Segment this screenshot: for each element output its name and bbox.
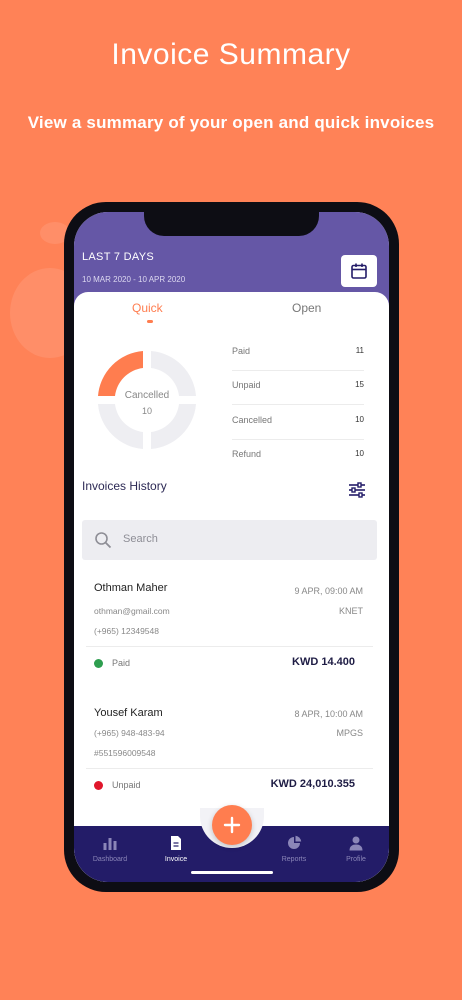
filter-button[interactable] xyxy=(339,474,375,506)
search-icon xyxy=(95,532,112,549)
status-dot xyxy=(94,659,103,668)
invoice-date: 8 APR, 10:00 AM xyxy=(294,709,363,719)
invoice-reference: #551596009548 xyxy=(94,748,156,758)
stat-name: Refund xyxy=(232,449,262,459)
stat-row-refund: Refund 10 xyxy=(232,439,364,473)
app-screen: LAST 7 DAYS 10 MAR 2020 - 10 APR 2020 Qu… xyxy=(74,212,389,882)
donut-value: 10 xyxy=(141,406,152,416)
customer-email: othman@gmail.com xyxy=(94,606,170,616)
calendar-icon xyxy=(351,263,367,279)
document-icon xyxy=(171,836,181,850)
date-range: 10 MAR 2020 - 10 APR 2020 xyxy=(82,275,186,284)
tab-open[interactable]: Open xyxy=(292,301,321,315)
stat-value: 10 xyxy=(355,415,364,424)
customer-phone: (+965) 948-483-94 xyxy=(94,728,165,738)
pie-chart-icon xyxy=(288,835,302,849)
customer-phone: (+965) 12349548 xyxy=(94,626,159,636)
status-badge: Paid xyxy=(112,658,131,668)
tab-label: Invoice xyxy=(164,856,188,863)
invoices-history-title: Invoices History xyxy=(82,479,167,493)
customer-name: Othman Maher xyxy=(94,582,168,594)
donut-label: Cancelled xyxy=(124,390,170,401)
payment-method: KNET xyxy=(338,606,363,616)
calendar-button[interactable] xyxy=(341,255,377,287)
stat-row-paid: Paid 11 xyxy=(232,336,364,371)
invoice-amount: KWD 14.400 xyxy=(292,656,355,668)
tab-profile[interactable]: Profile xyxy=(326,826,386,882)
stat-name: Cancelled xyxy=(232,415,273,425)
phone-frame: LAST 7 DAYS 10 MAR 2020 - 10 APR 2020 Qu… xyxy=(64,202,399,892)
status-badge: Unpaid xyxy=(112,780,141,790)
stat-value: 10 xyxy=(355,449,364,458)
status-dot xyxy=(94,781,103,790)
invoice-amount: KWD 24,010.355 xyxy=(270,778,355,790)
invoice-card[interactable]: Yousef Karam 8 APR, 10:00 AM (+965) 948-… xyxy=(82,698,377,816)
tab-dashboard[interactable]: Dashboard xyxy=(80,826,140,882)
tab-quick[interactable]: Quick xyxy=(132,301,163,315)
stat-name: Paid xyxy=(232,346,251,356)
invoice-date: 9 APR, 09:00 AM xyxy=(294,586,363,596)
stat-name: Unpaid xyxy=(232,380,261,390)
period-label: LAST 7 DAYS xyxy=(82,251,154,263)
tab-label: Dashboard xyxy=(92,856,128,863)
stat-row-cancelled: Cancelled 10 xyxy=(232,405,364,440)
sliders-icon xyxy=(349,482,365,498)
home-indicator xyxy=(191,871,273,874)
search-placeholder: Search xyxy=(123,533,158,545)
tab-label: Profile xyxy=(346,856,366,863)
customer-name: Yousef Karam xyxy=(94,707,163,719)
summary-card: Quick Open Cancelled 10 Paid 11 Unpaid 1… xyxy=(74,292,389,882)
stat-value: 11 xyxy=(355,346,364,355)
payment-method: MPGS xyxy=(336,728,363,738)
divider xyxy=(86,646,373,647)
active-tab-indicator xyxy=(147,320,153,323)
tab-label: Reports xyxy=(281,856,307,863)
stat-row-unpaid: Unpaid 15 xyxy=(232,370,364,405)
divider xyxy=(86,768,373,769)
plus-icon xyxy=(223,816,241,834)
invoice-card[interactable]: Othman Maher 9 APR, 09:00 AM othman@gmai… xyxy=(82,572,377,690)
page-subtitle: View a summary of your open and quick in… xyxy=(27,113,435,132)
stat-value: 15 xyxy=(355,380,364,389)
bar-chart-icon xyxy=(103,838,117,850)
user-icon xyxy=(349,836,363,851)
page-headline: Invoice Summary xyxy=(111,38,351,71)
tab-reports[interactable]: Reports xyxy=(264,826,324,882)
add-invoice-button[interactable] xyxy=(212,805,252,845)
phone-notch xyxy=(144,212,319,236)
search-input[interactable]: Search xyxy=(82,520,377,560)
